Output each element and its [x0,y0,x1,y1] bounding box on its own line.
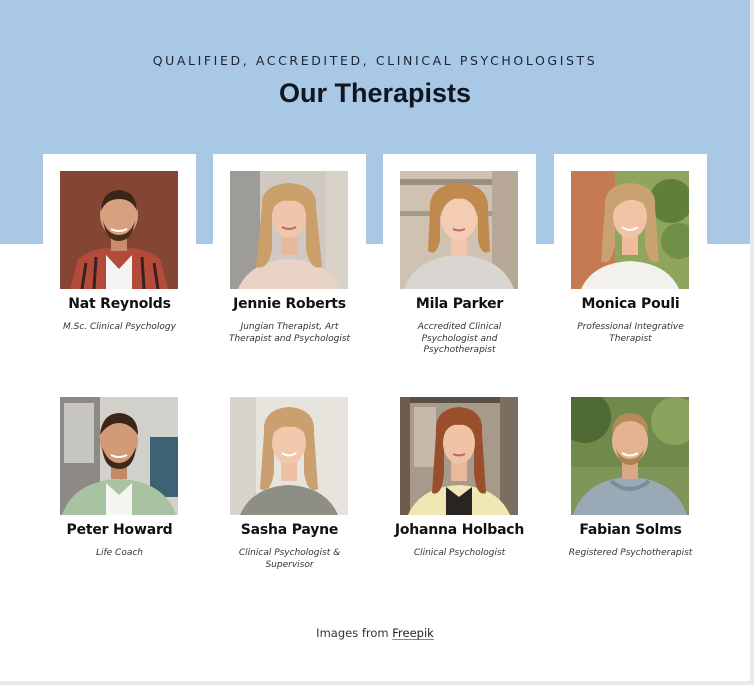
therapist-card: Monica Pouli Professional Integrative Th… [554,154,707,354]
therapist-photo [571,171,689,289]
therapist-name: Mila Parker [415,296,504,312]
therapist-photo [60,397,178,515]
therapist-role: Clinical Psychologist & Supervisor [238,548,341,570]
therapist-name: Peter Howard [66,522,173,538]
therapist-photo [400,171,518,289]
page-title: Our Therapists [278,78,472,108]
therapist-name: Jennie Roberts [233,296,346,312]
therapist-role: Registered Psychotherapist [568,548,693,558]
therapist-photo [230,397,348,515]
therapist-name: Johanna Holbach [394,522,525,538]
therapist-photo [230,171,348,289]
therapist-name: Monica Pouli [581,296,680,312]
therapist-name: Nat Reynolds [68,296,171,312]
page: QUALIFIED, ACCREDITED, CLINICAL PSYCHOLO… [0,0,750,681]
therapist-role: Professional Integrative Therapist [577,322,684,344]
therapist-role: Life Coach [95,548,144,558]
image-credit-text: Images from [316,626,393,640]
therapist-role: M.Sc. Clinical Psychology [63,322,176,332]
freepik-link[interactable]: Freepik [392,626,434,640]
therapist-card: Nat Reynolds M.Sc. Clinical Psychology [43,154,196,354]
section-eyebrow: QUALIFIED, ACCREDITED, CLINICAL PSYCHOLO… [152,53,598,68]
therapist-photo [400,397,518,515]
therapist-card: Fabian Solms Registered Psychotherapist [554,380,707,580]
therapist-role: Jungian Therapist, Art Therapist and Psy… [228,322,351,344]
therapist-card: Jennie Roberts Jungian Therapist, Art Th… [213,154,366,354]
therapist-name: Fabian Solms [579,522,682,538]
therapist-card: Johanna Holbach Clinical Psychologist [383,380,536,580]
therapist-role: Accredited Clinical Psychologist and Psy… [417,322,502,355]
therapist-card: Sasha Payne Clinical Psychologist & Supe… [213,380,366,580]
therapist-card: Peter Howard Life Coach [43,380,196,580]
therapist-card: Mila Parker Accredited Clinical Psycholo… [383,154,536,355]
therapist-photo [571,397,689,515]
therapist-name: Sasha Payne [240,522,339,538]
image-credit: Images from Freepik [0,626,750,640]
therapist-photo [60,171,178,289]
therapist-role: Clinical Psychologist [413,548,506,558]
